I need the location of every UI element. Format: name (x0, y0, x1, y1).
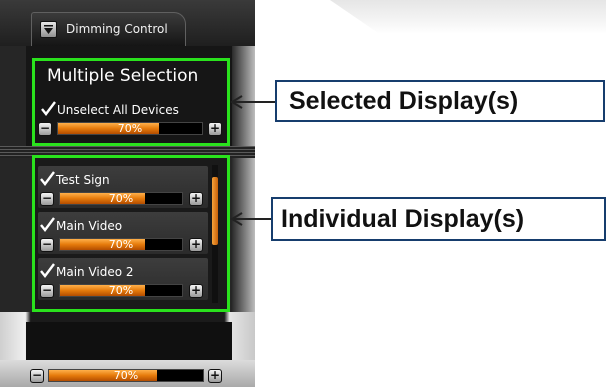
display-name: Main Video 2 (56, 265, 134, 279)
minus-button[interactable]: − (40, 192, 54, 206)
minus-button[interactable]: − (30, 369, 44, 383)
plus-button[interactable]: + (189, 238, 203, 252)
display-level-bar[interactable]: 70% (59, 284, 183, 297)
display-name: Main Video (56, 219, 123, 233)
selection-level-bar[interactable]: 70% (57, 122, 203, 135)
display-level-bar[interactable]: 70% (59, 192, 183, 205)
tab-strip: Dimming Control (0, 0, 255, 46)
background-sheen (330, 0, 606, 34)
plus-button[interactable]: + (208, 122, 222, 136)
plus-button[interactable]: + (189, 284, 203, 298)
callout-selected-displays: Selected Display(s) (275, 80, 605, 122)
level-text: 70% (113, 369, 139, 382)
level-text: 70% (108, 238, 134, 251)
multiple-selection-title: Multiple Selection (47, 66, 199, 86)
plus-button[interactable]: + (189, 192, 203, 206)
checkmark-icon (40, 217, 55, 232)
unselect-all-label: Unselect All Devices (57, 103, 179, 117)
level-text: 70% (117, 122, 143, 135)
plus-button[interactable]: + (208, 369, 222, 383)
minus-button[interactable]: − (40, 238, 54, 252)
checkmark-icon (40, 263, 55, 278)
list-scrollbar[interactable] (212, 165, 218, 303)
callout-individual-displays: Individual Display(s) (271, 197, 606, 241)
display-name: Test Sign (56, 173, 110, 187)
dropdown-triangle-icon[interactable] (40, 21, 57, 38)
scroll-thumb[interactable] (212, 177, 218, 245)
arrow-left-icon (230, 212, 243, 226)
level-text: 70% (108, 284, 134, 297)
arrow-left-icon (230, 95, 243, 109)
minus-button[interactable]: − (38, 122, 52, 136)
tab-label: Dimming Control (66, 22, 168, 36)
level-text: 70% (108, 192, 134, 205)
checkmark-icon (40, 171, 55, 186)
bottom-preview-area (26, 322, 232, 360)
display-level-bar[interactable]: 70% (59, 238, 183, 251)
master-level-bar[interactable]: 70% (48, 369, 204, 382)
checkmark-icon (41, 101, 56, 116)
tab-dimming-control[interactable]: Dimming Control (31, 12, 186, 46)
minus-button[interactable]: − (40, 284, 54, 298)
